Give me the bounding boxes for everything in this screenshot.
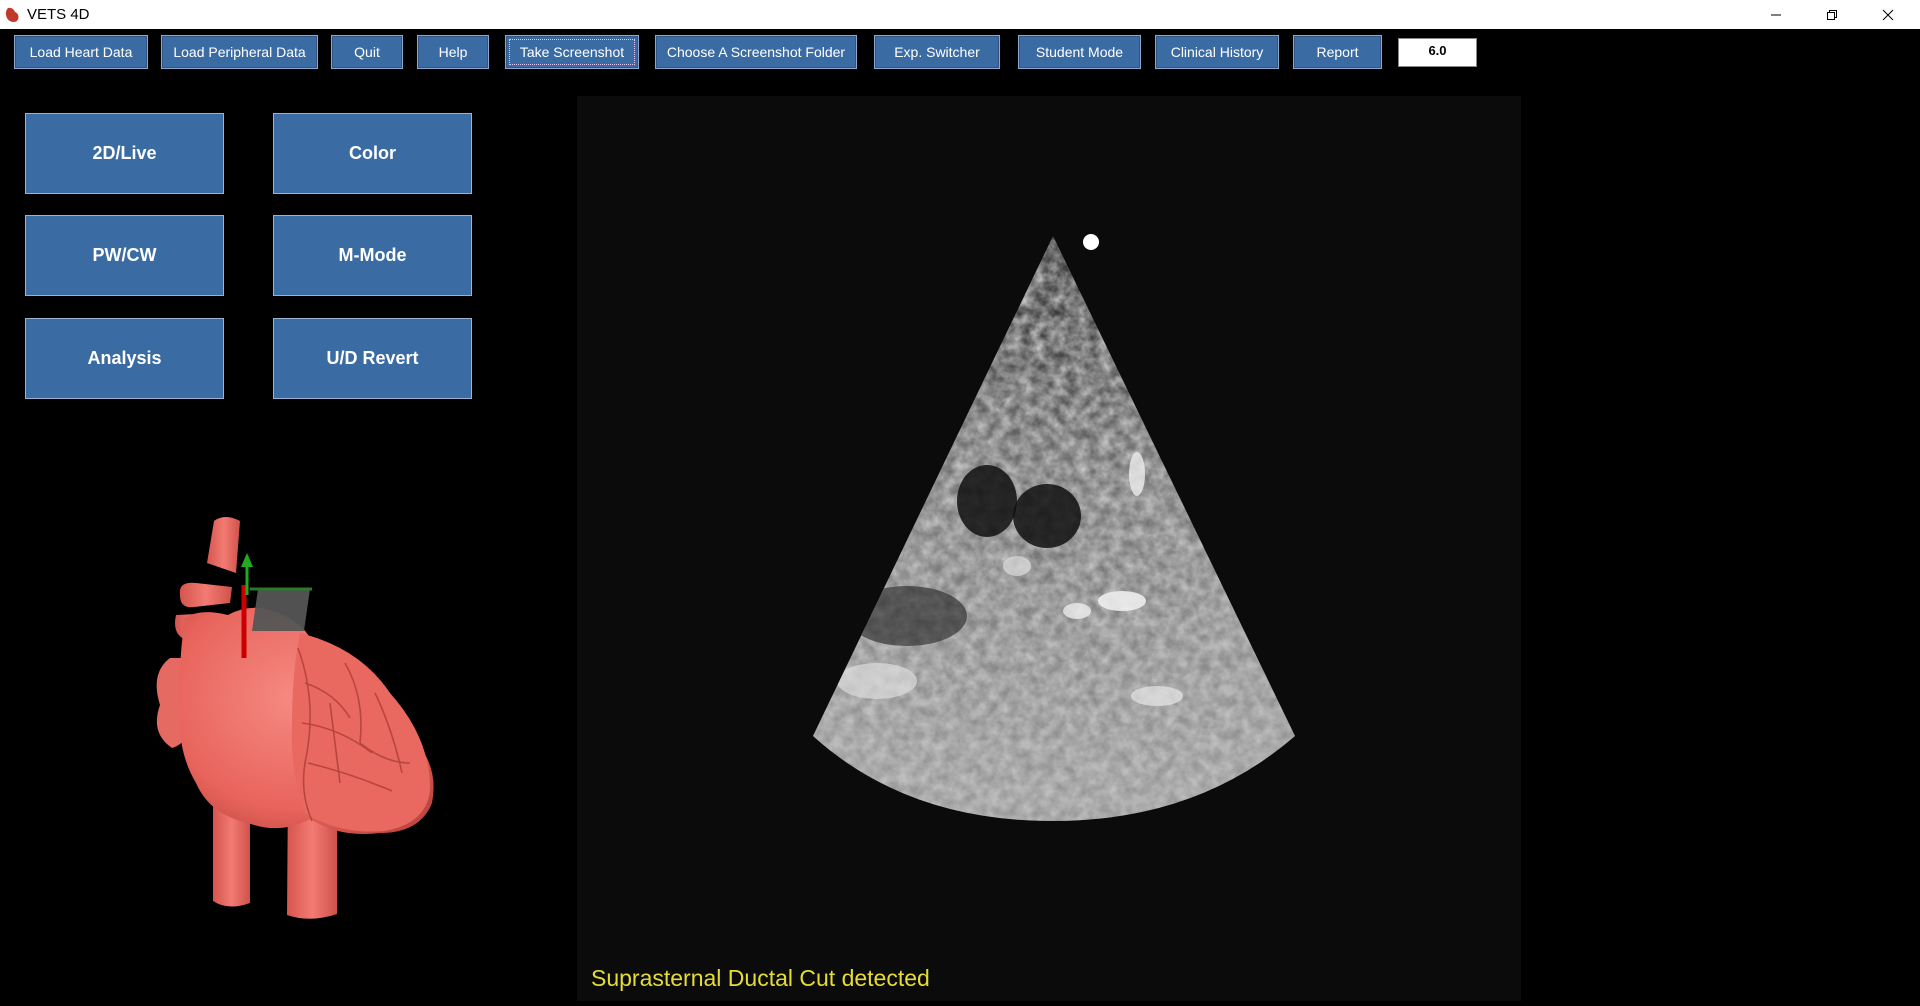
heart-app-icon [5, 7, 19, 23]
m-mode-button[interactable]: M-Mode [273, 215, 472, 296]
2d-live-button[interactable]: 2D/Live [25, 113, 224, 194]
choose-screenshot-folder-button[interactable]: Choose A Screenshot Folder [655, 35, 857, 69]
analysis-button[interactable]: Analysis [25, 318, 224, 399]
restore-button[interactable] [1804, 0, 1860, 29]
status-message: Suprasternal Ductal Cut detected [591, 965, 930, 991]
ud-revert-button[interactable]: U/D Revert [273, 318, 472, 399]
heart-3d-view[interactable] [0, 443, 569, 1001]
window-title: VETS 4D [27, 6, 90, 23]
mode-panel: 2D/Live Color PW/CW M-Mode Analysis U/D … [0, 96, 569, 442]
ultrasound-image[interactable] [577, 96, 1521, 1001]
title-bar: VETS 4D [0, 0, 1920, 29]
help-button[interactable]: Help [417, 35, 489, 69]
load-heart-data-button[interactable]: Load Heart Data [14, 35, 148, 69]
depth-value-field[interactable]: 6.0 [1398, 38, 1477, 67]
report-button[interactable]: Report [1293, 35, 1382, 69]
ultrasound-viewport[interactable] [577, 96, 1521, 1001]
minimize-button[interactable] [1748, 0, 1804, 29]
probe-marker [1083, 234, 1099, 250]
quit-button[interactable]: Quit [331, 35, 403, 69]
exp-switcher-button[interactable]: Exp. Switcher [874, 35, 1000, 69]
color-button[interactable]: Color [273, 113, 472, 194]
pw-cw-button[interactable]: PW/CW [25, 215, 224, 296]
close-button[interactable] [1860, 0, 1916, 29]
clinical-history-button[interactable]: Clinical History [1155, 35, 1279, 69]
minimize-icon [1771, 14, 1781, 15]
restore-icon [1827, 9, 1837, 20]
student-mode-button[interactable]: Student Mode [1018, 35, 1141, 69]
close-icon [1882, 9, 1894, 20]
take-screenshot-button[interactable]: Take Screenshot [505, 35, 639, 69]
heart-model[interactable] [0, 443, 569, 1001]
load-peripheral-data-button[interactable]: Load Peripheral Data [161, 35, 318, 69]
